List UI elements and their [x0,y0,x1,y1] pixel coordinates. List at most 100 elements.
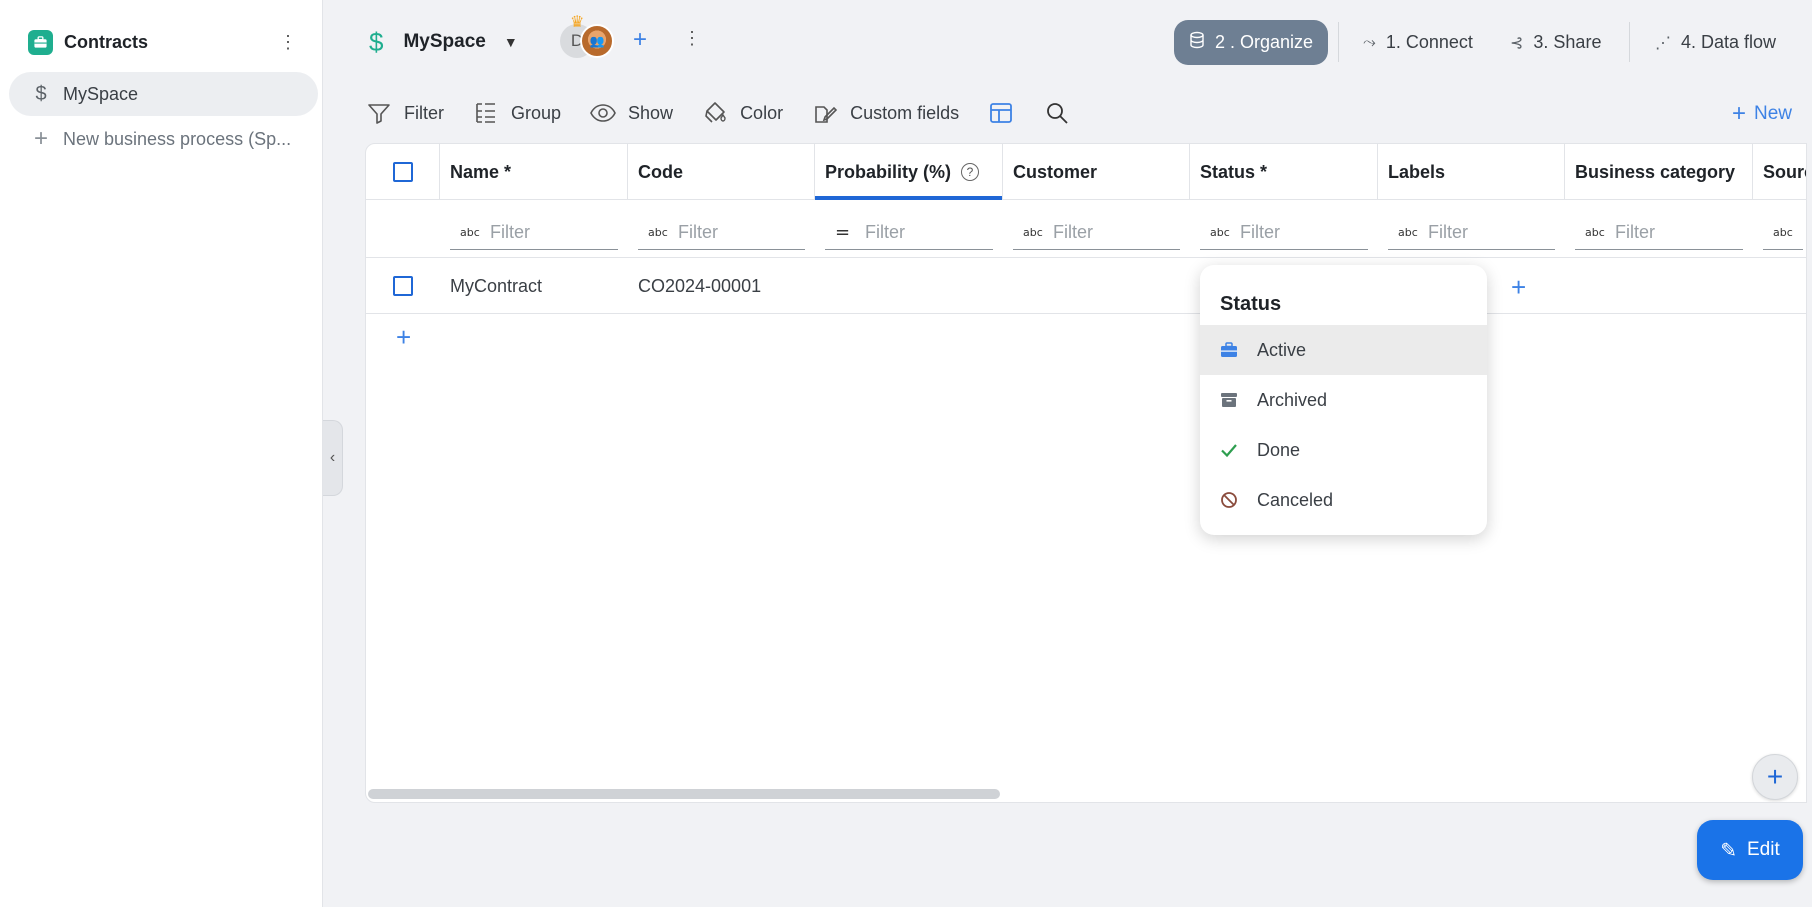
crown-icon: ♛ [570,14,585,31]
divider [1338,22,1339,62]
column-header-business-category[interactable]: Business category [1565,144,1753,200]
group-avatar: 👥 [580,24,614,58]
cell-code[interactable]: CO2024-00001 [628,258,815,314]
step-connect[interactable]: ⤳ 1. Connect [1363,20,1473,65]
sidebar-item-new-process[interactable]: + New business process (Sp... [9,117,318,161]
filter-status-input[interactable]: abc Filter [1200,216,1368,250]
text-type-icon: abc [1585,226,1605,239]
block-icon [1219,491,1239,509]
color-label: Color [740,102,784,123]
new-button[interactable]: + New [1732,100,1792,128]
status-option-archived[interactable]: Archived [1200,375,1487,425]
column-header-customer[interactable]: Customer [1003,144,1190,200]
option-label: Canceled [1257,489,1334,510]
space-menu-icon[interactable]: ⋮ [683,28,701,49]
status-option-active[interactable]: Active [1200,325,1487,375]
search-icon[interactable] [1043,99,1071,127]
column-label: Probability (%) [825,161,952,182]
custom-fields-icon [815,106,838,123]
step-dataflow[interactable]: ⋰ 4. Data flow [1655,20,1776,65]
filter-labels-input[interactable]: abc Filter [1388,216,1555,250]
cell-name[interactable]: MyContract [440,258,628,314]
status-dropdown: Status Active Archived Done Canceled [1200,265,1487,535]
filter-cell: abc Filter [1378,200,1565,258]
collapse-sidebar-button[interactable]: ‹ [323,420,343,496]
filter-name-input[interactable]: abc Filter [450,216,618,250]
text-type-icon: abc [1398,226,1418,239]
text-type-icon: abc [1773,226,1793,239]
filter-source-input[interactable]: abc [1763,216,1803,250]
members-avatars[interactable]: D 👥 ♛ [560,14,620,64]
sidebar: Contracts ⋮ $ MySpace + New business pro… [0,0,323,907]
filter-cell: abc Filter [1190,200,1378,258]
status-option-canceled[interactable]: Canceled [1200,475,1487,525]
color-button[interactable]: Color [701,99,783,127]
text-type-icon: abc [460,226,480,239]
horizontal-scrollbar[interactable] [368,789,1000,799]
toolbar: Filter Group Show Color Custom fields [365,96,1099,130]
text-type-icon: abc [1023,226,1043,239]
filter-button[interactable]: Filter [365,99,444,127]
pencil-icon: ✎ [1720,839,1737,862]
filter-cell: = Filter [815,200,1003,258]
caret-down-icon: ▼ [503,34,518,50]
column-header-name[interactable]: Name * [440,144,628,200]
filter-probability-input[interactable]: = Filter [825,216,993,250]
show-label: Show [628,102,674,123]
column-header-status[interactable]: Status * [1190,144,1378,200]
briefcase-icon [28,29,53,55]
filter-spacer [366,200,440,258]
plus-icon: + [1766,761,1784,792]
show-button[interactable]: Show [589,99,673,127]
column-header-labels[interactable]: Labels [1378,144,1565,200]
sidebar-item-myspace[interactable]: $ MySpace [9,72,318,116]
option-label: Archived [1257,389,1328,410]
edit-button[interactable]: ✎ Edit [1697,820,1803,880]
status-option-done[interactable]: Done [1200,425,1487,475]
app-title: Contracts [64,31,149,52]
sidebar-header: Contracts ⋮ [28,28,298,56]
filter-cell: abc Filter [1003,200,1190,258]
filter-business-category-input[interactable]: abc Filter [1575,216,1743,250]
filter-placeholder: Filter [865,222,905,242]
chevron-left-icon: ‹ [329,449,336,466]
select-all-cell [366,144,440,200]
eye-icon [590,104,616,122]
space-selector[interactable]: $ MySpace ▼ [369,24,518,60]
help-icon[interactable]: ? [961,163,980,181]
filter-customer-input[interactable]: abc Filter [1013,216,1180,250]
step-share[interactable]: ⊰ 3. Share [1510,20,1601,65]
add-column-button[interactable]: + [1752,754,1798,800]
check-icon [1219,442,1239,458]
filter-placeholder: Filter [1428,222,1468,242]
row-checkbox[interactable] [393,276,413,296]
step-organize[interactable]: 2 . Organize [1174,20,1329,65]
filter-placeholder: Filter [1240,222,1280,242]
connect-icon: ⤳ [1363,33,1376,51]
add-label-button[interactable]: + [1511,272,1526,303]
database-icon [1189,31,1205,54]
filter-placeholder: Filter [1053,222,1093,242]
group-button[interactable]: Group [472,99,561,127]
custom-fields-button[interactable]: Custom fields [811,99,959,127]
table-row[interactable]: MyContract CO2024-00001 [366,258,1806,314]
text-type-icon: abc [1210,226,1230,239]
text-type-icon: abc [648,226,668,239]
sidebar-menu-icon[interactable]: ⋮ [278,30,298,54]
dropdown-title: Status [1220,293,1282,315]
add-row-button[interactable]: + [396,322,411,353]
option-label: Active [1257,339,1307,360]
column-header-probability[interactable]: Probability (%)? [815,144,1003,200]
filter-code-input[interactable]: abc Filter [638,216,805,250]
column-header-code[interactable]: Code [628,144,815,200]
records-table: Name * Code Probability (%)? Customer St… [365,143,1807,803]
filter-label: Filter [404,102,444,123]
add-member-button[interactable]: + [633,26,647,54]
step-label: 4. Data flow [1681,32,1777,52]
select-all-checkbox[interactable] [392,162,413,182]
step-label: 3. Share [1533,32,1602,52]
layout-icon[interactable] [987,99,1015,127]
column-header-source[interactable]: Source [1753,144,1806,200]
sidebar-item-label: New business process (Sp... [63,128,292,149]
share-icon: ⊰ [1510,34,1524,52]
